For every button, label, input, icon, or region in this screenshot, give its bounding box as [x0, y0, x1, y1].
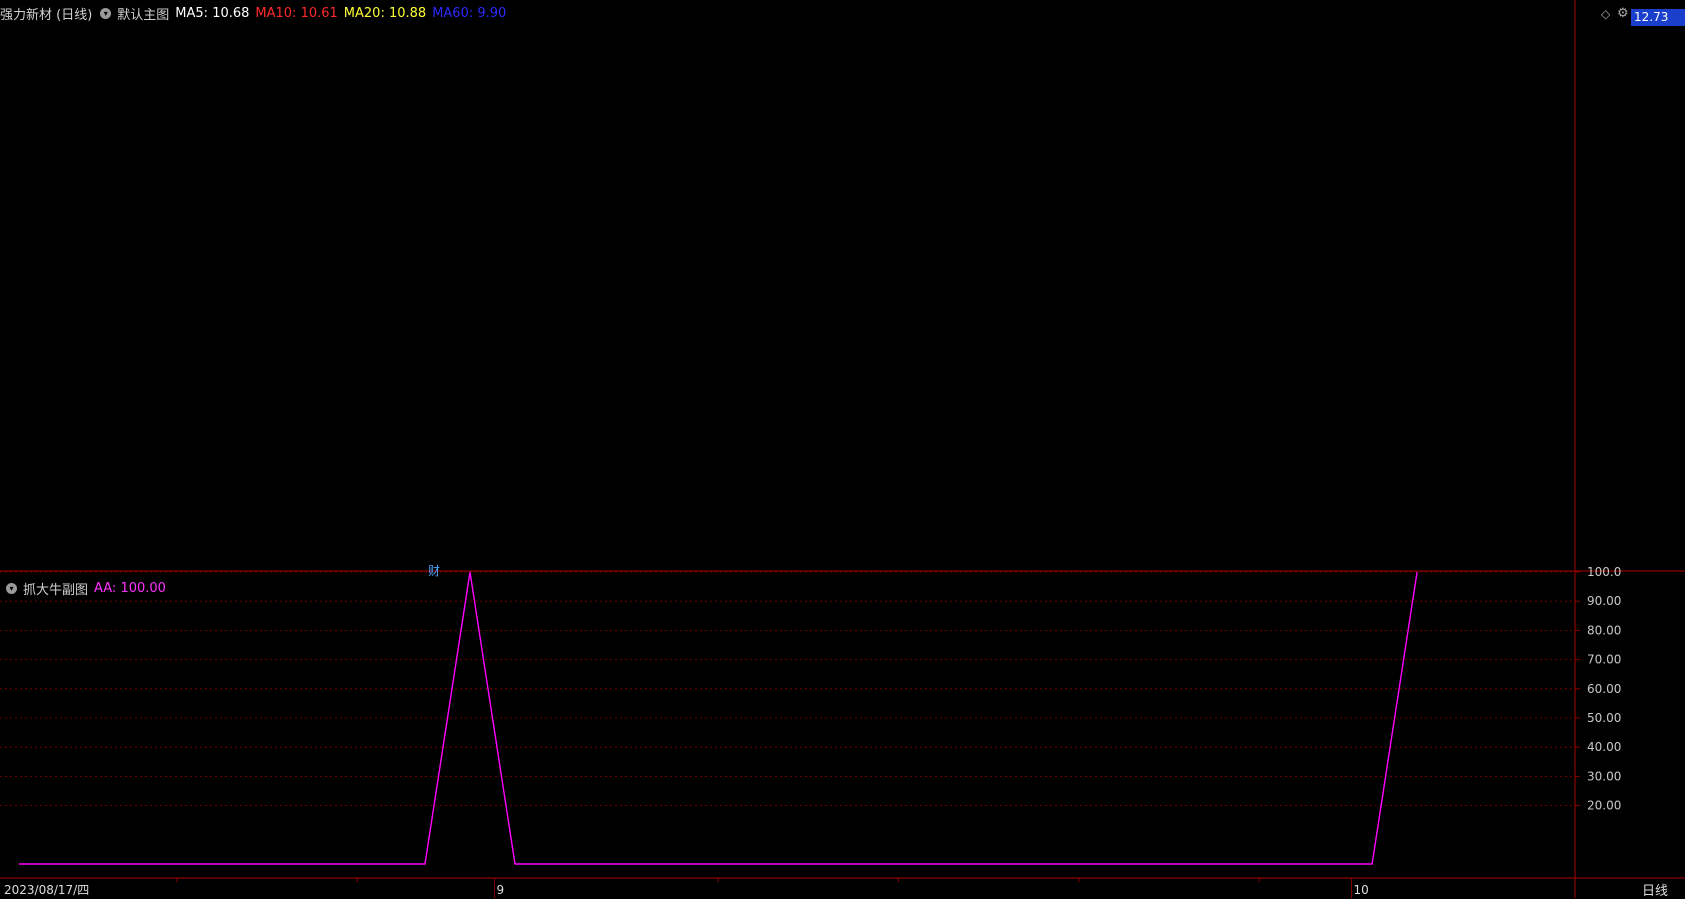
aa-indicator-line: [19, 571, 1418, 865]
ma10-value: MA10: 10.61: [255, 5, 338, 21]
indicator-tick-label: 70.00: [1587, 653, 1621, 667]
diamond-icon[interactable]: ◇: [1601, 7, 1610, 21]
ma60-value: MA60: 9.90: [432, 5, 507, 21]
ma20-value: MA20: 10.88: [343, 5, 427, 21]
main-grid: [0, 0, 1685, 898]
chart-canvas[interactable]: 12.5012.2512.0011.7511.5011.2511.0010.75…: [0, 0, 1685, 898]
date-axis: 9 10: [176, 878, 1369, 898]
main-chart-label[interactable]: 默认主图: [117, 4, 169, 23]
finance-marker[interactable]: 财: [428, 562, 440, 579]
cursor-date-label: 2023/08/17/四: [2, 881, 92, 898]
indicator-tick-label: 100.0: [1587, 565, 1621, 579]
aa-series-line: [19, 571, 1418, 865]
indicator-tick-label: 40.00: [1587, 740, 1621, 754]
indicator-label[interactable]: 抓大牛副图: [23, 579, 88, 598]
indicator-tick-label: 90.00: [1587, 594, 1621, 608]
period-label[interactable]: 日线: [1642, 880, 1668, 899]
stock-title: 强力新材 (日线): [0, 7, 93, 23]
indicator-tick-label: 50.00: [1587, 711, 1621, 725]
gear-icon[interactable]: ⚙: [1617, 6, 1629, 21]
indicator-tick-label: 80.00: [1587, 623, 1621, 637]
indicator-tick-label: 20.00: [1587, 799, 1621, 813]
ma5-value: MA5: 10.68: [175, 5, 250, 21]
settings-toggle-icon[interactable]: ▾: [100, 7, 112, 19]
indicator-axis: 100.0 90.00 80.00 70.00 60.00 50.00 40.00 30.00…: [1575, 565, 1621, 813]
aa-value: AA: 100.00: [94, 581, 166, 596]
month-label: 10: [1353, 883, 1368, 897]
month-label: 9: [497, 883, 505, 897]
sub-grid: [0, 571, 1575, 806]
sub-chart-header: ▾ 抓大牛副图 AA: 100.00: [4, 579, 172, 598]
sub-settings-icon[interactable]: ▾: [6, 583, 17, 594]
current-price-tag: 12.73: [1631, 9, 1685, 26]
indicator-tick-label: 30.00: [1587, 769, 1621, 783]
indicator-tick-label: 60.00: [1587, 682, 1621, 696]
main-chart-header: 强力新材 (日线) ▾ 默认主图 MA5: 10.68 MA10: 10.61 …: [0, 3, 512, 23]
